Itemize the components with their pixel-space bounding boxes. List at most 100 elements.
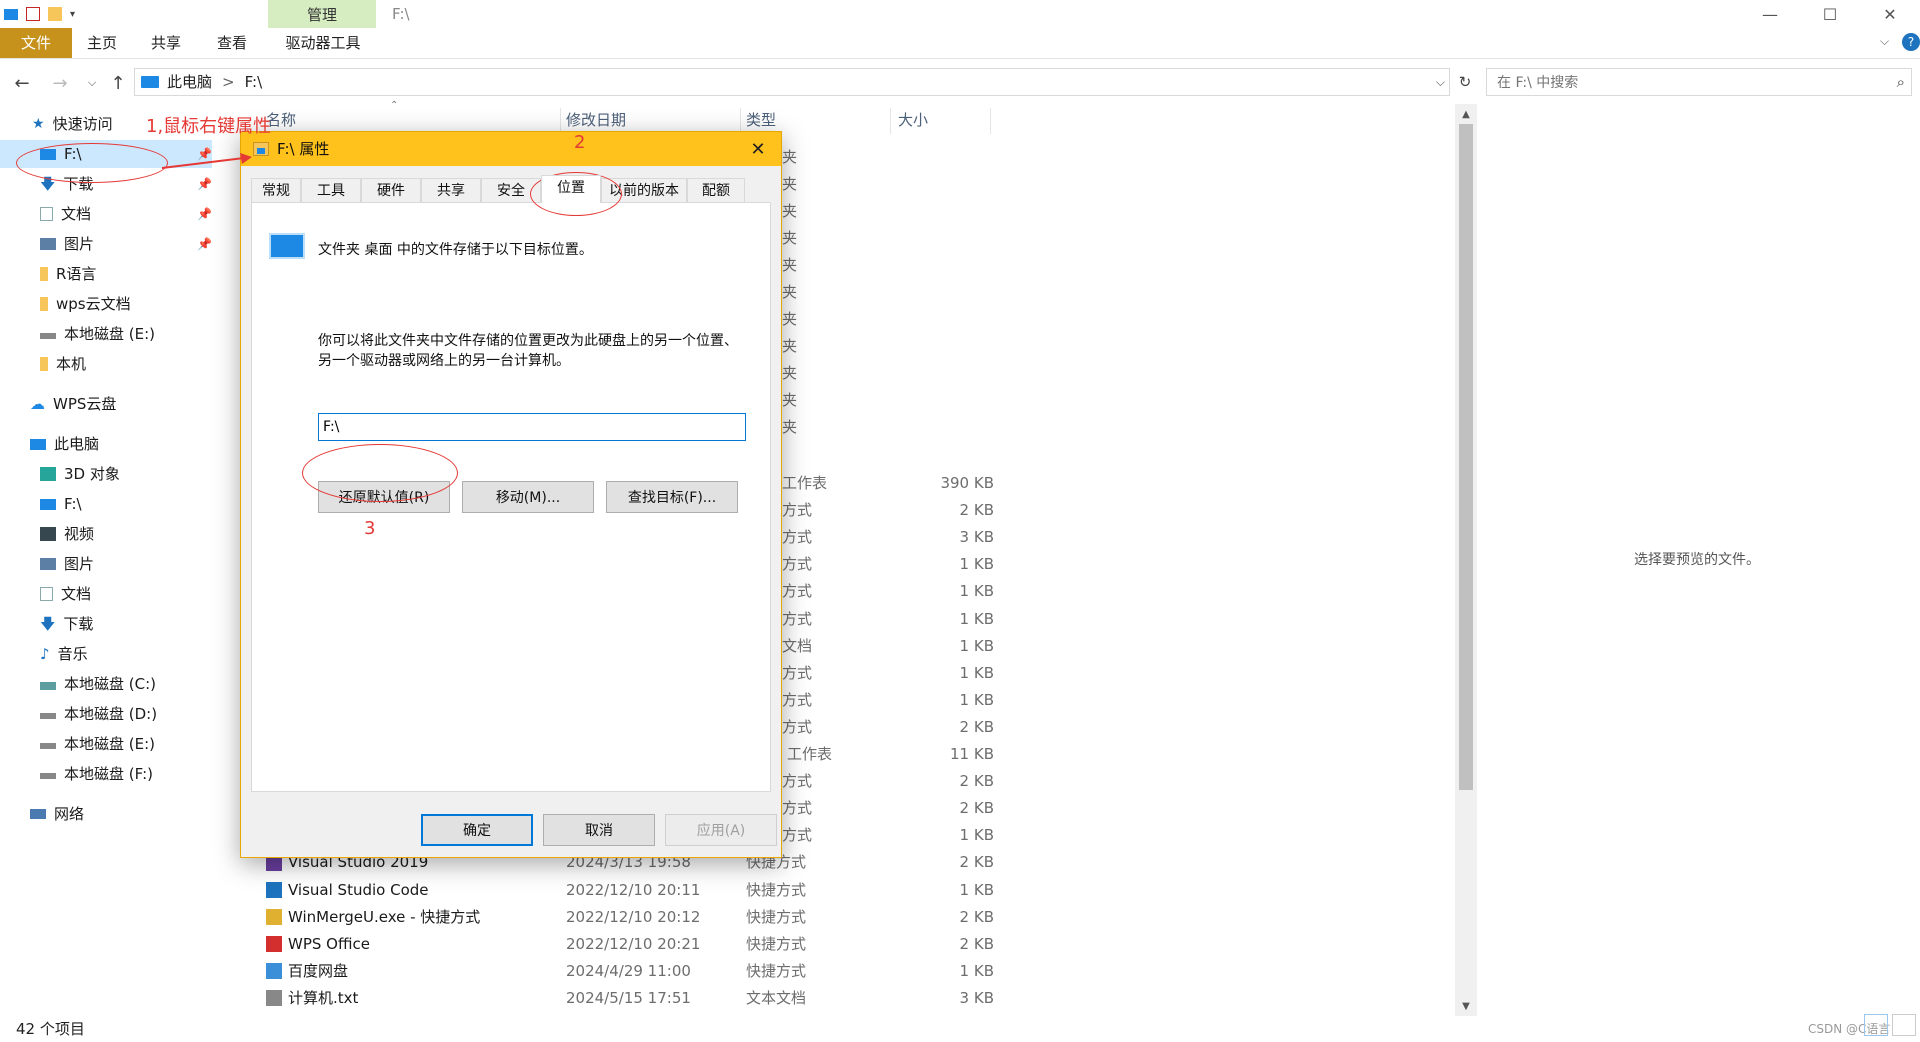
nav-pc-documents[interactable]: 文档 (40, 580, 91, 608)
nav-pc-disk-d[interactable]: 本地磁盘 (D:) (40, 700, 157, 728)
nav-pc-f[interactable]: F:\ (40, 490, 82, 518)
tab-general[interactable]: 常规 (251, 178, 301, 202)
search-icon[interactable]: ⌕ (1897, 73, 1905, 91)
cloud-icon: ☁ (30, 395, 45, 413)
tab-sharing[interactable]: 共享 (421, 178, 481, 202)
move-button[interactable]: 移动(M)... (462, 481, 594, 513)
partial-type-column: 夹 夹 夹 夹 夹 夹 夹 夹 夹 夹 夹 (782, 144, 802, 441)
file-icon (266, 936, 282, 953)
pin-icon[interactable]: 📌 (197, 200, 212, 228)
file-icon (266, 909, 282, 926)
help-icon[interactable]: ? (1902, 33, 1920, 51)
partial-type-cell: 夹 (782, 148, 798, 166)
column-header-type[interactable]: 类型 (746, 108, 776, 132)
find-target-button[interactable]: 查找目标(F)... (606, 481, 738, 513)
forward-arrow-icon[interactable]: → (46, 66, 74, 100)
dialog-close-icon[interactable]: ✕ (745, 136, 771, 162)
nav-pc-disk-f[interactable]: 本地磁盘 (F:) (40, 760, 153, 788)
context-tab-manage[interactable]: 管理 (268, 0, 376, 28)
nav-quick-item-pictures[interactable]: 图片 📌 (40, 230, 212, 258)
annotation-arrow (161, 153, 252, 169)
details-view-icon[interactable] (1864, 1014, 1888, 1036)
tab-view[interactable]: 查看 (212, 28, 252, 58)
scroll-up-arrow-icon[interactable]: ▲ (1455, 104, 1477, 124)
tab-tools[interactable]: 工具 (301, 178, 361, 202)
file-type: 方式 (782, 772, 813, 791)
partial-type-cell: 夹 (782, 364, 798, 382)
close-button[interactable]: ✕ (1860, 0, 1920, 28)
table-row[interactable]: Visual Studio Code 2022/12/10 20:11 快捷方式 1 … (230, 877, 994, 904)
nav-quick-item-local[interactable]: 本机 (40, 350, 86, 378)
tab-quota[interactable]: 配额 (687, 178, 745, 202)
file-size: 390 KB (940, 474, 994, 492)
file-name-text: Visual Studio Code (288, 880, 429, 899)
vertical-scrollbar[interactable]: ▲ ▼ (1455, 104, 1477, 1016)
picture-icon (40, 238, 56, 250)
column-divider[interactable] (990, 108, 991, 134)
file-size: 2 KB (959, 772, 994, 791)
up-arrow-icon[interactable]: ↑ (104, 66, 132, 100)
nav-wps-cloud[interactable]: ☁ WPS云盘 (30, 390, 116, 418)
refresh-icon[interactable]: ↻ (1452, 68, 1478, 96)
tab-drive-tools[interactable]: 驱动器工具 (276, 28, 370, 58)
breadcrumb-drive-f[interactable]: F:\ (245, 69, 263, 95)
collapse-ribbon-icon[interactable]: ⌵ (1880, 34, 1889, 49)
this-pc-icon[interactable] (4, 8, 18, 20)
tab-file[interactable]: 文件 (0, 28, 72, 58)
table-row[interactable]: 百度网盘 2024/4/29 11:00 快捷方式 1 KB (230, 958, 994, 985)
column-header-size[interactable]: 大小 (898, 108, 928, 132)
nav-pc-disk-c[interactable]: 本地磁盘 (C:) (40, 670, 156, 698)
pin-icon[interactable]: 📌 (197, 170, 212, 198)
apply-button[interactable]: 应用(A) (665, 814, 777, 846)
breadcrumb-separator[interactable]: > (222, 69, 235, 95)
location-path-input[interactable] (318, 413, 746, 441)
back-arrow-icon[interactable]: ← (8, 66, 36, 100)
nav-pc-pictures[interactable]: 图片 (40, 550, 94, 578)
nav-this-pc[interactable]: 此电脑 (30, 430, 99, 458)
recent-locations-chevron-icon[interactable]: ⌵ (78, 66, 106, 100)
nav-pc-music[interactable]: ♪ 音乐 (40, 640, 88, 668)
scroll-down-arrow-icon[interactable]: ▼ (1455, 996, 1477, 1016)
table-row[interactable]: WinMergeU.exe - 快捷方式 2022/12/10 20:12 快捷方式… (230, 904, 994, 931)
nav-quick-item-disk-e[interactable]: 本地磁盘 (E:) (40, 320, 155, 348)
table-row[interactable]: WPS Office 2022/12/10 20:21 快捷方式 2 KB (230, 931, 994, 958)
cancel-button[interactable]: 取消 (543, 814, 655, 846)
ok-button[interactable]: 确定 (421, 814, 533, 846)
column-divider[interactable] (890, 108, 891, 134)
file-size: 1 KB (959, 880, 994, 899)
tab-share[interactable]: 共享 (146, 28, 186, 58)
nav-pc-3d-objects[interactable]: 3D 对象 (40, 460, 120, 488)
nav-quick-item-documents[interactable]: 文档 📌 (40, 200, 212, 228)
nav-network[interactable]: 网络 (30, 800, 84, 828)
new-folder-icon[interactable] (48, 7, 62, 21)
folder-icon (40, 267, 48, 281)
pin-icon[interactable]: 📌 (197, 230, 212, 258)
nav-pc-disk-e[interactable]: 本地磁盘 (E:) (40, 730, 155, 758)
dialog-title-bar[interactable]: F:\ 属性 ✕ (241, 132, 781, 166)
breadcrumb-this-pc[interactable]: 此电脑 (167, 69, 212, 95)
window-controls: — ☐ ✕ (1740, 0, 1920, 28)
annotation-step3: 3 (364, 518, 376, 539)
search-input[interactable] (1495, 69, 1879, 97)
quick-access-toolbar: ▾ (0, 0, 75, 28)
customize-toolbar-icon[interactable]: ▾ (70, 9, 75, 20)
location-description: 文件夹 桌面 中的文件存储于以下目标位置。 (318, 242, 593, 258)
column-header-date[interactable]: 修改日期 (566, 108, 626, 132)
tab-hardware[interactable]: 硬件 (361, 178, 421, 202)
address-dropdown-icon[interactable]: ⌵ (1436, 69, 1445, 95)
large-icons-view-icon[interactable] (1892, 1014, 1916, 1036)
nav-pc-videos[interactable]: 视频 (40, 520, 94, 548)
nav-quick-access[interactable]: ★ 快速访问 (32, 110, 113, 138)
tab-location[interactable]: 位置 (541, 175, 601, 203)
properties-icon[interactable] (26, 7, 40, 21)
minimize-button[interactable]: — (1740, 0, 1800, 28)
address-bar[interactable]: 此电脑 > F:\ ⌵ (134, 68, 1450, 96)
file-date: 2022/12/10 20:11 (566, 880, 701, 899)
maximize-button[interactable]: ☐ (1800, 0, 1860, 28)
scrollbar-thumb[interactable] (1459, 124, 1473, 790)
nav-quick-item-r[interactable]: R语言 (40, 260, 96, 288)
tab-home[interactable]: 主页 (82, 28, 122, 58)
table-row[interactable]: 计算机.txt 2024/5/15 17:51 文本文档 3 KB (230, 985, 994, 1012)
nav-quick-item-wps-docs[interactable]: wps云文档 (40, 290, 131, 318)
nav-pc-downloads[interactable]: 🡇 下载 (40, 610, 93, 638)
